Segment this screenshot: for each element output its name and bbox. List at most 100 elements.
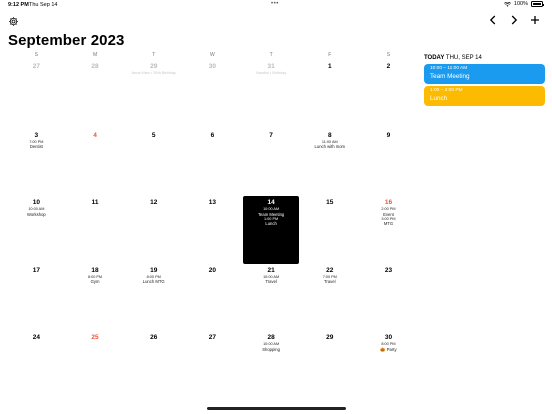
event-title[interactable]: MTG	[359, 221, 418, 226]
chevron-left-icon	[489, 15, 496, 24]
day-cell[interactable]: 10 10:00 AM Workshop	[7, 196, 66, 264]
day-number: 13	[208, 199, 217, 206]
day-cell[interactable]: 28	[66, 61, 125, 129]
day-number: 27	[32, 63, 40, 70]
day-number: 3	[34, 131, 39, 139]
event-card[interactable]: 10:00 – 11:00 AM Team Meeting	[424, 64, 545, 84]
page-title: September 2023	[8, 32, 125, 49]
day-number: 2	[386, 63, 391, 70]
day-number: 22	[326, 266, 334, 274]
day-cell[interactable]: 11	[66, 196, 125, 264]
day-cell[interactable]: 5	[124, 129, 183, 197]
day-cell[interactable]: 19 8:00 PM Lunch MTG	[124, 264, 183, 332]
day-cell[interactable]: 23	[359, 264, 418, 332]
day-cell[interactable]: 1	[300, 61, 359, 129]
day-cell[interactable]: 27	[183, 331, 242, 399]
week-row: 3 7:00 PM Dentist 4 5 6 7 8 11:00 AM Lunch with m…	[7, 129, 418, 197]
day-number: 6	[210, 131, 215, 139]
day-number: 8	[327, 131, 332, 139]
today-label: TODAY	[424, 55, 445, 61]
day-number: 29	[326, 334, 334, 341]
day-number: 28	[267, 334, 275, 341]
weekday-label: S	[34, 52, 39, 58]
day-cell[interactable]: 27	[7, 61, 66, 129]
previous-month-button[interactable]	[487, 13, 499, 26]
day-cell[interactable]: 8 11:00 AM Lunch with mom	[300, 129, 359, 197]
event-title[interactable]: Lunch	[243, 221, 300, 226]
event-title[interactable]: Lunch with mom	[300, 144, 359, 149]
day-cell[interactable]: 17	[7, 264, 66, 332]
status-bar: 9:12 PM Thu Sep 14 ••• 100%	[0, 0, 552, 10]
day-number: 18	[91, 266, 99, 274]
day-cell[interactable]: 30 8:00 PM 🎃 Party	[359, 331, 418, 399]
day-cell[interactable]: 29	[300, 331, 359, 399]
wifi-icon	[503, 1, 511, 7]
day-number: 17	[32, 266, 40, 274]
event-title[interactable]: Workshop	[7, 212, 66, 217]
day-cell[interactable]: 4	[66, 129, 125, 197]
multitasking-dots[interactable]: •••	[271, 1, 279, 7]
birthday-event[interactable]: Nandini • Birthday	[242, 71, 301, 76]
day-number: 7	[269, 131, 273, 139]
event-title[interactable]: Dentist	[7, 144, 66, 149]
day-cell[interactable]: 12	[124, 196, 183, 264]
plus-icon	[531, 15, 539, 24]
day-cell[interactable]: 31 Nandini • Birthday	[242, 61, 301, 129]
day-cell[interactable]: 20	[183, 264, 242, 332]
day-number: 29	[150, 63, 158, 70]
add-event-button[interactable]	[529, 13, 541, 26]
day-cell[interactable]: 9	[359, 129, 418, 197]
day-cell[interactable]: 25	[66, 331, 125, 399]
day-cell[interactable]: 16 2:00 PM Event 3:00 PM MTG	[359, 196, 418, 264]
status-right: 100%	[503, 1, 544, 7]
day-number: 15	[326, 199, 334, 206]
day-cell[interactable]: 22 7:00 PM Travel	[300, 264, 359, 332]
day-cell[interactable]: 15	[300, 196, 359, 264]
birthday-event[interactable]: Anna Marx • 30th Birthday	[124, 71, 183, 76]
day-cell[interactable]: 30	[183, 61, 242, 129]
chevron-right-icon	[511, 15, 518, 24]
battery-icon	[531, 1, 544, 7]
event-title[interactable]: 🎃 Party	[359, 347, 418, 352]
day-number: 19	[150, 266, 158, 274]
day-cell[interactable]: 2	[359, 61, 418, 129]
next-month-button[interactable]	[508, 13, 520, 26]
status-date: Thu Sep 14	[29, 2, 58, 8]
week-row: 17 18 8:00 PM Gym 19 8:00 PM Lunch MTG 20 21 10:0…	[7, 264, 418, 332]
gear-icon[interactable]	[8, 14, 19, 26]
day-number: 24	[32, 334, 40, 341]
day-number: 31	[267, 63, 275, 70]
event-card-title: Team Meeting	[430, 73, 470, 80]
event-title[interactable]: Lunch MTG	[124, 279, 183, 284]
day-number: 30	[384, 334, 393, 341]
weekday-label: W	[210, 52, 215, 58]
day-cell[interactable]: 28 10:00 AM Shopping	[242, 331, 301, 399]
day-cell-selected[interactable]: 14 10:00 AM Team Meeting 1:00 PM Lunch	[242, 196, 300, 264]
day-cell[interactable]: 7	[242, 129, 301, 197]
today-panel: TODAY THU, SEP 14 10:00 – 11:00 AM Team M…	[424, 54, 545, 106]
day-cell[interactable]: 13	[183, 196, 242, 264]
event-title[interactable]: Travel	[242, 279, 301, 284]
event-title[interactable]: Shopping	[242, 347, 301, 352]
day-number: 25	[91, 334, 99, 341]
day-cell[interactable]: 3 7:00 PM Dentist	[7, 129, 66, 197]
week-row: 10 10:00 AM Workshop 11 12 13 14 10:00 AM Team M…	[7, 196, 418, 264]
battery-percent: 100%	[513, 1, 528, 7]
event-title[interactable]: Travel	[300, 279, 359, 284]
today-date: THU, SEP 14	[445, 55, 482, 61]
day-number: 30	[208, 63, 217, 70]
day-cell[interactable]: 18 8:00 PM Gym	[66, 264, 125, 332]
day-cell[interactable]: 6	[183, 129, 242, 197]
event-card[interactable]: 1:00 – 2:00 PM Lunch	[424, 86, 545, 106]
status-time: 9:12 PM	[8, 2, 29, 8]
home-indicator[interactable]	[207, 407, 346, 410]
day-cell[interactable]: 24	[7, 331, 66, 399]
day-cell[interactable]: 26	[124, 331, 183, 399]
week-row: 24 25 26 27 28 10:00 AM Shopping 29 30 8:00 PM 🎃 P…	[7, 331, 418, 399]
day-number: 11	[91, 199, 99, 206]
weekday-label: T	[152, 52, 156, 58]
day-number: 9	[386, 131, 391, 139]
day-cell[interactable]: 21 10:00 AM Travel	[242, 264, 301, 332]
event-title[interactable]: Gym	[66, 279, 125, 284]
day-cell[interactable]: 29 Anna Marx • 30th Birthday	[124, 61, 183, 129]
